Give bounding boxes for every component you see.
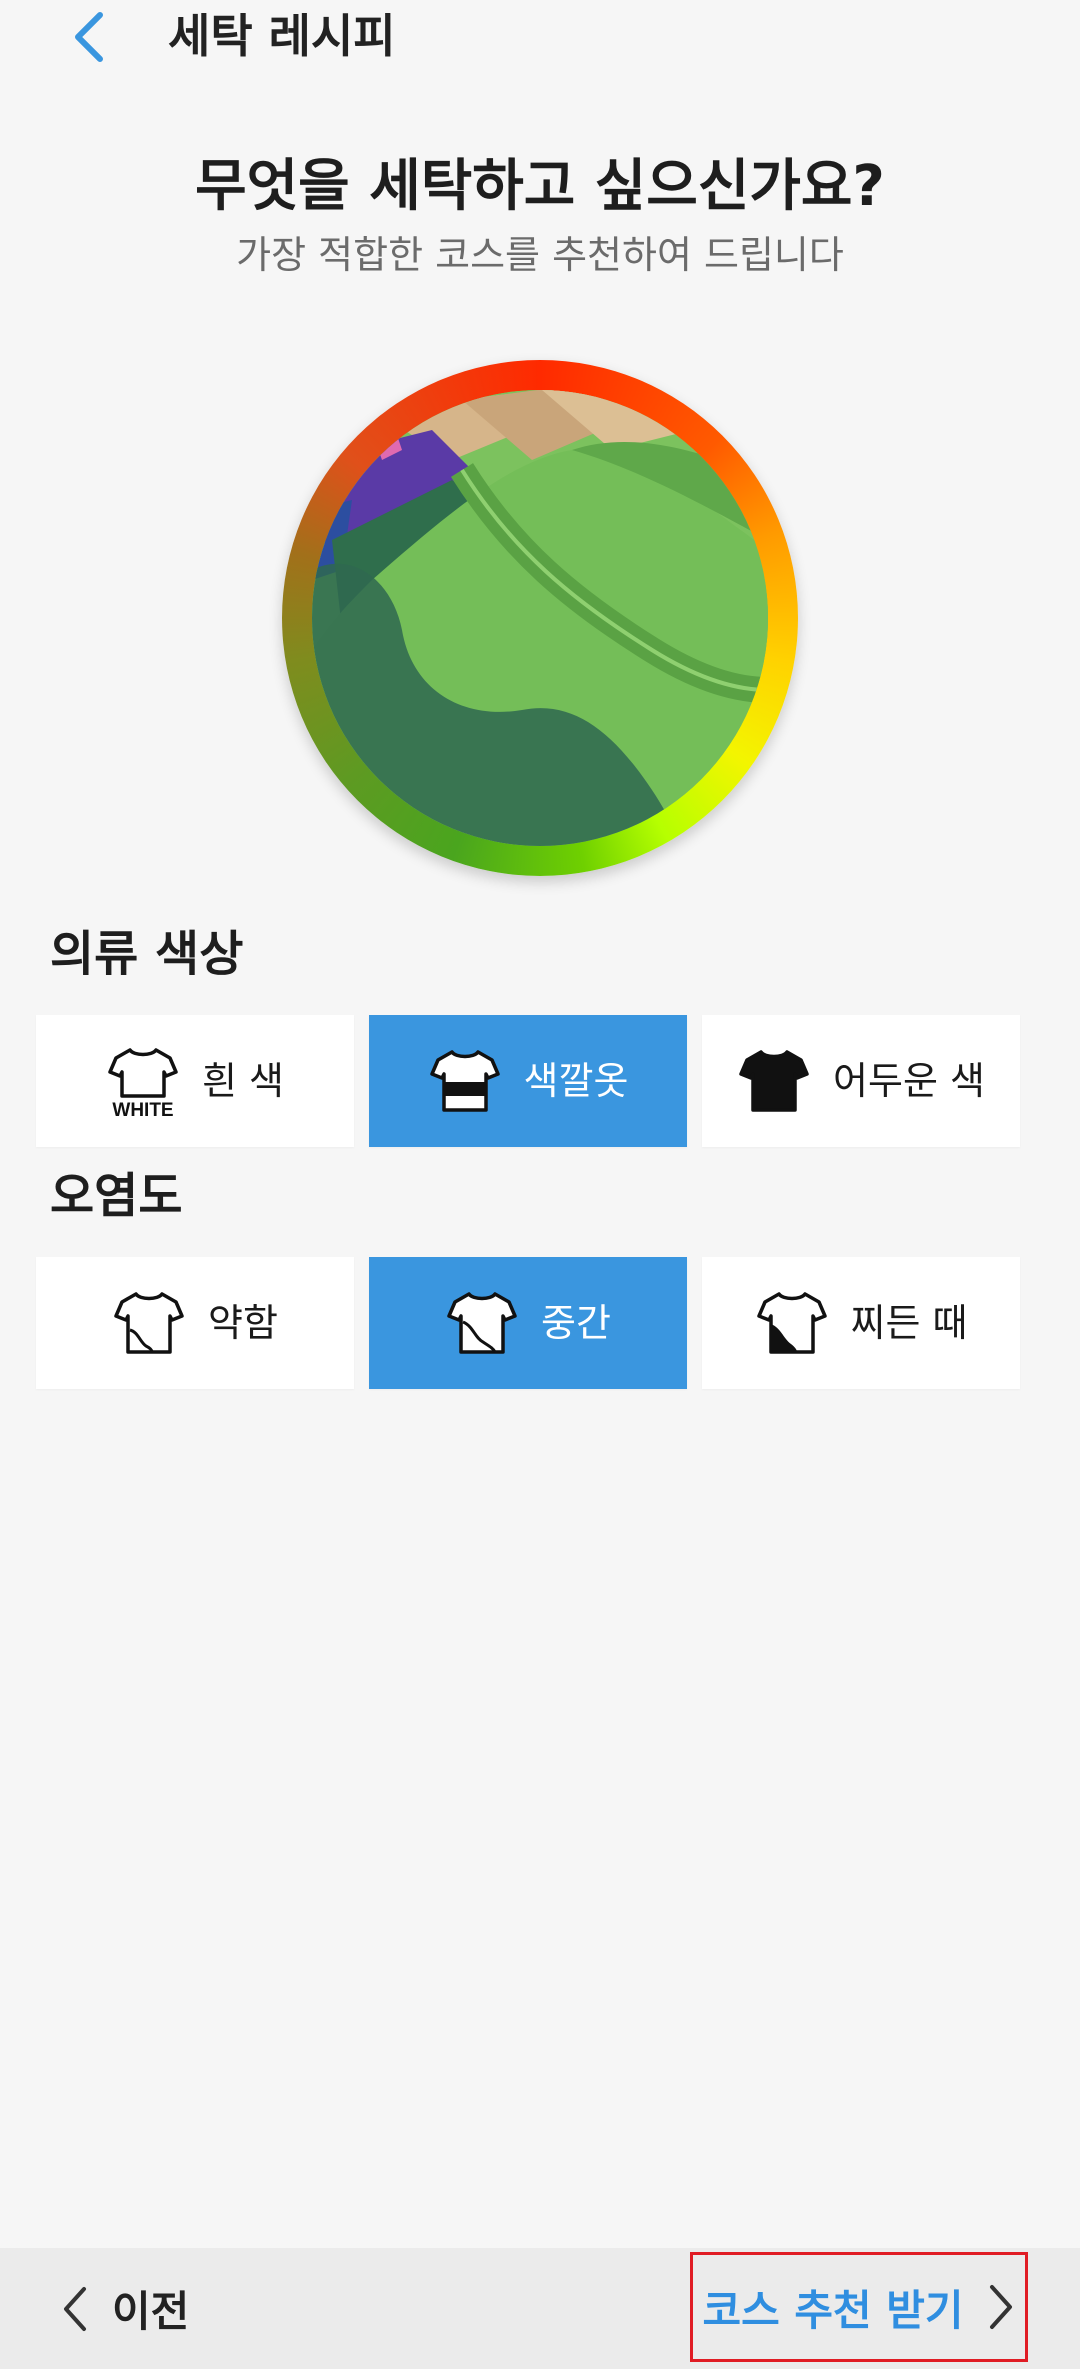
soil-options: 약함 중간 찌든 때: [36, 1257, 1020, 1389]
option-heavy-soil-label: 찌든 때: [850, 1301, 968, 1345]
option-dark-label: 어두운 색: [833, 1059, 985, 1103]
light-soil-shirt-icon: [112, 1286, 186, 1360]
option-medium-soil[interactable]: 중간: [369, 1257, 687, 1389]
white-shirt-icon: WHITE: [106, 1044, 180, 1118]
chevron-left-icon: [64, 2286, 86, 2331]
app-bar: 세탁 레시피: [0, 0, 1080, 80]
medium-soil-shirt-icon: [445, 1286, 519, 1360]
option-colored-label: 색깔옷: [523, 1059, 629, 1103]
page-subtitle: 가장 적합한 코스를 추천하여 드립니다: [236, 233, 844, 277]
option-light-soil-label: 약함: [208, 1301, 278, 1345]
chevron-right-icon: [989, 2285, 1012, 2329]
page-title: 무엇을 세탁하고 싶으신가요?: [195, 154, 885, 219]
chevron-left-icon: [75, 12, 103, 62]
dark-shirt-icon: [737, 1044, 811, 1118]
clothes-illustration: [312, 390, 768, 846]
option-colored[interactable]: 색깔옷: [369, 1015, 687, 1147]
color-options: WHITE 흰 색 색깔옷 어두운 색: [36, 1015, 1020, 1147]
section-title-color: 의류 색상: [50, 926, 244, 982]
colored-shirt-icon: [428, 1044, 502, 1118]
previous-button[interactable]: 이전: [60, 2248, 189, 2369]
option-light-soil[interactable]: 약함: [36, 1257, 354, 1389]
back-button[interactable]: [58, 2, 118, 72]
section-title-soil: 오염도: [50, 1168, 183, 1224]
option-medium-soil-label: 중간: [541, 1301, 611, 1345]
washing-recipe-screen: 세탁 레시피 무엇을 세탁하고 싶으신가요? 가장 적합한 코스를 추천하여 드…: [0, 0, 1080, 2369]
option-dark[interactable]: 어두운 색: [702, 1015, 1020, 1147]
next-button-label: 코스 추천 받기: [702, 2285, 964, 2335]
heavy-soil-shirt-icon: [755, 1286, 829, 1360]
option-white[interactable]: WHITE 흰 색: [36, 1015, 354, 1147]
option-white-label: 흰 색: [202, 1059, 284, 1103]
svg-text:WHITE: WHITE: [112, 1100, 173, 1118]
app-title: 세탁 레시피: [168, 9, 396, 63]
bottom-navigation-bar: 이전 코스 추천 받기: [0, 2248, 1080, 2369]
color-wheel-image: [282, 360, 798, 876]
laundry-photo: [312, 390, 768, 846]
option-heavy-soil[interactable]: 찌든 때: [702, 1257, 1020, 1389]
previous-button-label: 이전: [112, 2287, 190, 2336]
get-course-recommendation-button[interactable]: 코스 추천 받기: [690, 2252, 1028, 2362]
